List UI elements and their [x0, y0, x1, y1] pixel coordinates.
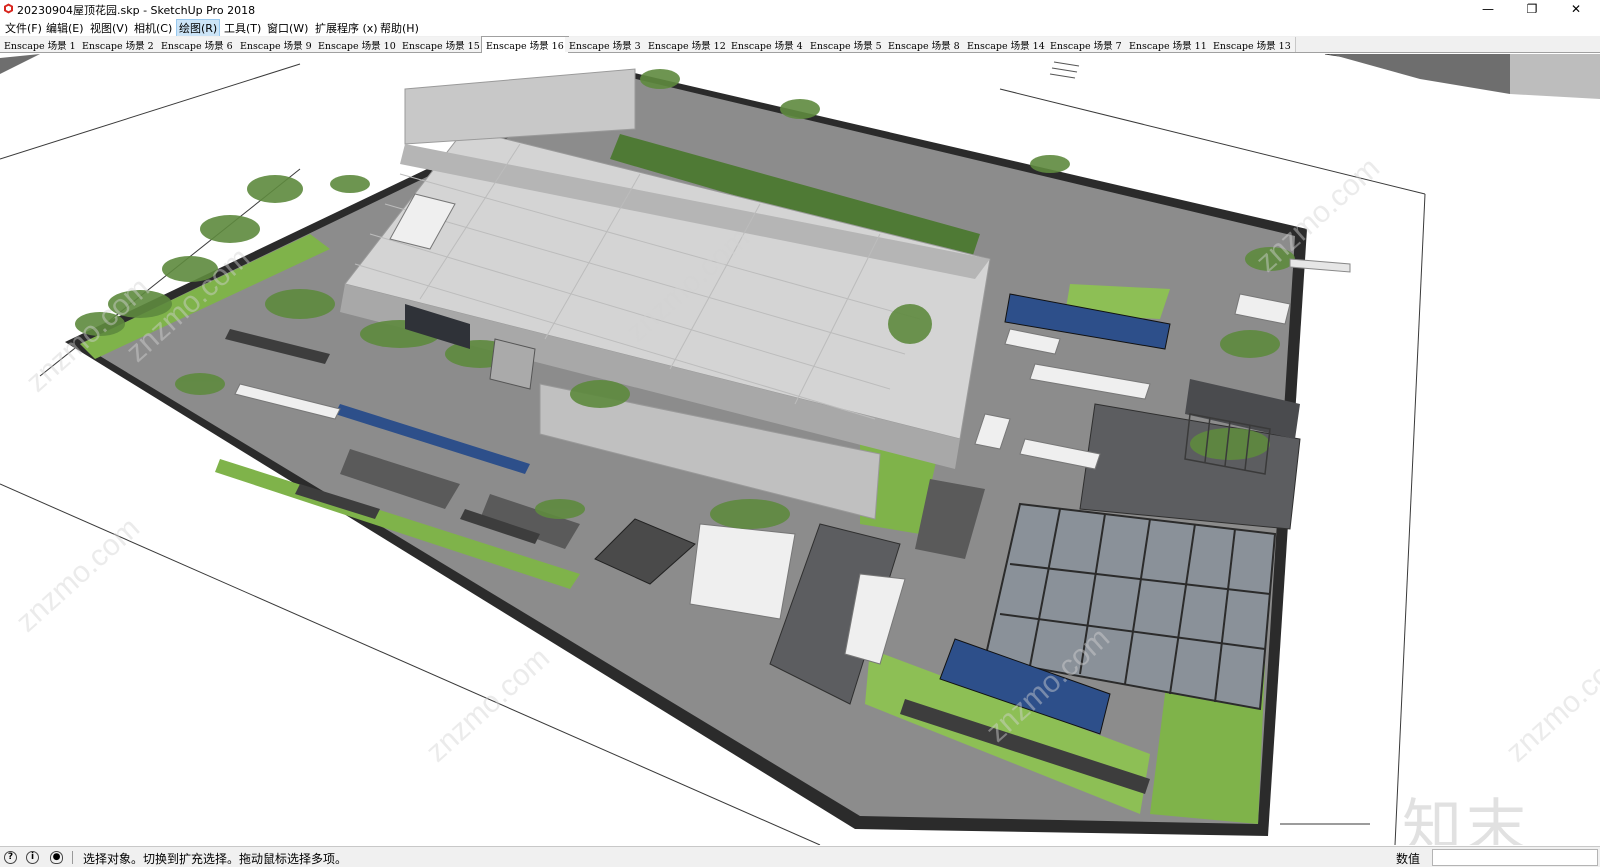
scene-tab[interactable]: Enscape 场景 2: [78, 37, 159, 52]
scene-tab[interactable]: Enscape 场景 12: [644, 37, 731, 52]
scene-tab[interactable]: Enscape 场景 9: [236, 37, 317, 52]
menu-bar: 文件(F) 编辑(E) 视图(V) 相机(C) 绘图(R) 工具(T) 窗口(W…: [0, 18, 1600, 37]
status-bar: ? i ● 选择对象。切换到扩充选择。拖动鼠标选择多项。 数值: [0, 846, 1600, 867]
scene-tab[interactable]: Enscape 场景 3: [565, 37, 646, 52]
close-icon: ✕: [1570, 2, 1582, 16]
neighbor-roof: [1330, 54, 1510, 94]
watermark-id: ID: 1156158287: [1360, 844, 1557, 845]
scene-tab-active[interactable]: Enscape 场景 16: [481, 36, 569, 53]
geo-location-icon[interactable]: ?: [4, 851, 17, 864]
menu-tools[interactable]: 工具(T): [222, 20, 263, 36]
model-viewport[interactable]: znzmo.com znzmo.com znzmo.com znzmo.com …: [0, 54, 1600, 845]
restore-button[interactable]: ❐: [1510, 0, 1554, 18]
scene-tab[interactable]: Enscape 场景 11: [1125, 37, 1212, 52]
sketchup-logo-icon: [4, 3, 13, 14]
menu-help[interactable]: 帮助(H): [378, 20, 421, 36]
measurements-input[interactable]: [1432, 849, 1598, 866]
menu-draw[interactable]: 绘图(R): [176, 19, 221, 37]
watermark-logo: 知末: [1402, 793, 1530, 845]
menu-camera[interactable]: 相机(C): [132, 20, 174, 36]
minimize-icon: —: [1482, 2, 1494, 16]
user-icon[interactable]: ●: [50, 851, 63, 864]
scene-tab[interactable]: Enscape 场景 15: [398, 37, 485, 52]
menu-window[interactable]: 窗口(W): [265, 20, 310, 36]
menu-extensions[interactable]: 扩展程序 (x): [313, 20, 380, 36]
scene-tab-bar: Enscape 场景 1 Enscape 场景 2 Enscape 场景 6 E…: [0, 36, 1600, 53]
neighbor-wall: [1510, 54, 1600, 99]
scene-tab[interactable]: Enscape 场景 4: [727, 37, 808, 52]
scene-tab[interactable]: Enscape 场景 7: [1046, 37, 1127, 52]
scene-tab[interactable]: Enscape 场景 1: [0, 37, 81, 52]
neighbor-roof-left: [0, 54, 40, 74]
status-divider: [72, 851, 73, 864]
window-title: 20230904屋顶花园.skp - SketchUp Pro 2018: [17, 4, 256, 17]
menu-view[interactable]: 视图(V): [88, 20, 130, 36]
scene-tab[interactable]: Enscape 场景 13: [1209, 37, 1296, 52]
menu-edit[interactable]: 编辑(E): [44, 20, 86, 36]
measurements-label: 数值: [1396, 852, 1421, 866]
ground-stair: [1049, 61, 1080, 79]
menu-file[interactable]: 文件(F): [3, 20, 44, 36]
scene-tab[interactable]: Enscape 场景 5: [806, 37, 887, 52]
title-bar: 20230904屋顶花园.skp - SketchUp Pro 2018 — ❐…: [0, 0, 1600, 18]
scene-tab[interactable]: Enscape 场景 8: [884, 37, 965, 52]
close-button[interactable]: ✕: [1554, 0, 1598, 18]
status-message: 选择对象。切换到扩充选择。拖动鼠标选择多项。: [83, 852, 348, 866]
info-icon[interactable]: i: [26, 851, 39, 864]
scene-tab[interactable]: Enscape 场景 6: [157, 37, 238, 52]
scene-tab[interactable]: Enscape 场景 14: [963, 37, 1050, 52]
restore-icon: ❐: [1526, 2, 1538, 16]
scene-tab[interactable]: Enscape 场景 10: [314, 37, 401, 52]
minimize-button[interactable]: —: [1466, 0, 1510, 18]
